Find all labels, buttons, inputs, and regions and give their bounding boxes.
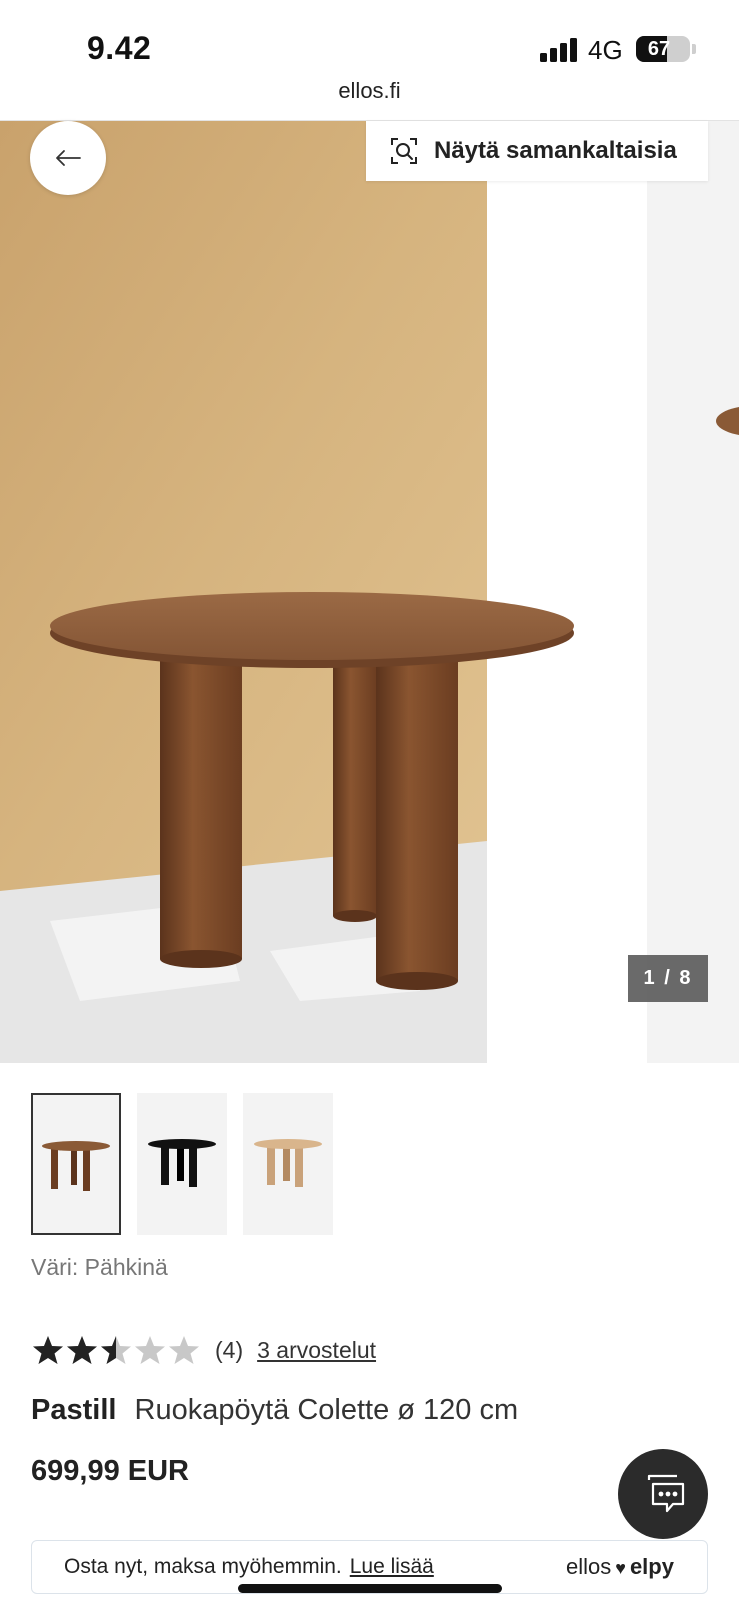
product-name: Ruokapöytä Colette ø 120 cm — [134, 1394, 519, 1426]
rating-row[interactable]: (4) 3 arvostelut — [31, 1330, 376, 1370]
url-bar[interactable]: ellos.fi — [0, 78, 739, 120]
status-bar: 9.42 4G 67 — [0, 0, 739, 80]
show-similar-button[interactable]: Näytä samankaltaisia — [366, 121, 708, 181]
thumbnail-2[interactable] — [137, 1093, 227, 1235]
elpy-logo-text: elpy — [629, 1554, 674, 1579]
read-more-link[interactable]: Lue lisää — [350, 1555, 434, 1578]
chat-bubbles-icon — [647, 1474, 685, 1513]
visual-search-icon — [391, 138, 417, 164]
rating-count: (4) — [215, 1336, 244, 1363]
battery-percent: 67 — [647, 38, 671, 60]
battery-icon: 67 — [636, 36, 690, 62]
network-label: 4G — [588, 35, 623, 65]
product-price: 699,99 EUR — [31, 1455, 189, 1487]
status-time: 9.42 — [87, 30, 152, 66]
thumbnail-table-image — [254, 1139, 322, 1187]
signal-icon — [540, 38, 578, 62]
product-title: Pastill Ruokapöytä Colette ø 120 cm — [31, 1394, 518, 1427]
thumbnail-table-image — [42, 1141, 110, 1191]
reviews-link[interactable]: 3 arvostelut — [257, 1337, 376, 1364]
product-brand[interactable]: Pastill — [31, 1394, 116, 1426]
pay-later-message: Osta nyt, maksa myöhemmin. — [64, 1555, 342, 1578]
home-indicator — [238, 1584, 502, 1593]
ellos-logo-text: ellos — [566, 1554, 612, 1579]
star-icon — [169, 1336, 199, 1364]
chat-button[interactable] — [618, 1449, 708, 1539]
thumbnail-table-image — [148, 1139, 216, 1187]
pay-later-text: Osta nyt, maksa myöhemmin. Lue lisää — [64, 1555, 434, 1579]
arrow-left-icon — [56, 150, 81, 166]
star-icon — [135, 1336, 165, 1364]
heart-icon: ♥ — [615, 1558, 626, 1578]
image-counter: 1 / 8 — [628, 955, 708, 1002]
product-image[interactable] — [0, 121, 739, 1063]
color-selection-label: Väri: Pähkinä — [31, 1254, 168, 1280]
star-icon — [67, 1336, 97, 1364]
ellos-elpy-logo: ellos ♥ elpy — [566, 1554, 674, 1580]
product-photo — [0, 121, 739, 1063]
back-button[interactable] — [30, 121, 106, 195]
thumbnail-1[interactable] — [31, 1093, 121, 1235]
thumbnail-3[interactable] — [243, 1093, 333, 1235]
show-similar-label: Näytä samankaltaisia — [434, 137, 677, 164]
battery-tip — [692, 44, 696, 54]
star-icon — [33, 1336, 63, 1364]
star-icon — [101, 1336, 131, 1364]
star-rating — [31, 1333, 201, 1367]
